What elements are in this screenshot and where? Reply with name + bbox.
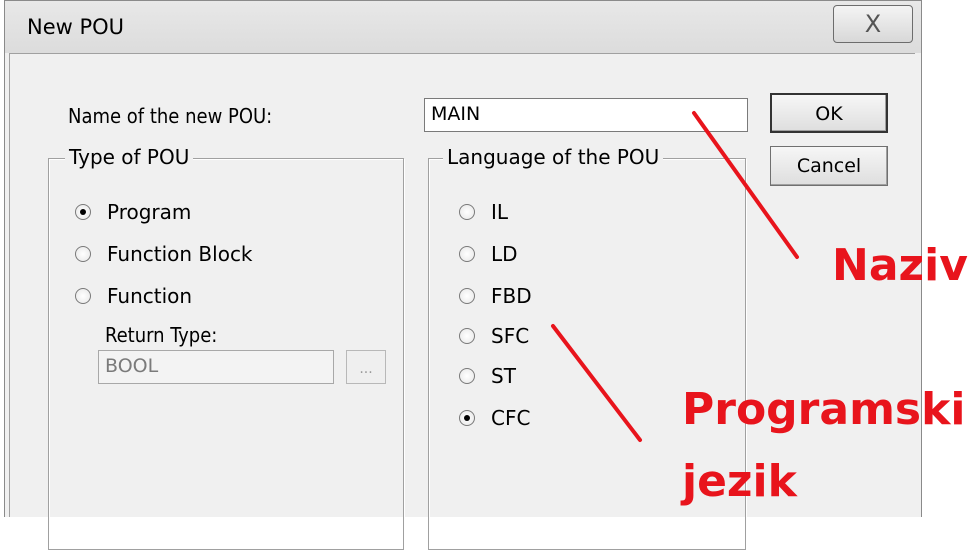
- annotation-naziv: Naziv: [832, 240, 968, 291]
- annotation-jezik: jezik: [682, 456, 797, 507]
- naziv-pointer-line: [692, 111, 799, 259]
- annotation-programski: Programski: [682, 384, 966, 435]
- language-pointer-line: [551, 324, 642, 442]
